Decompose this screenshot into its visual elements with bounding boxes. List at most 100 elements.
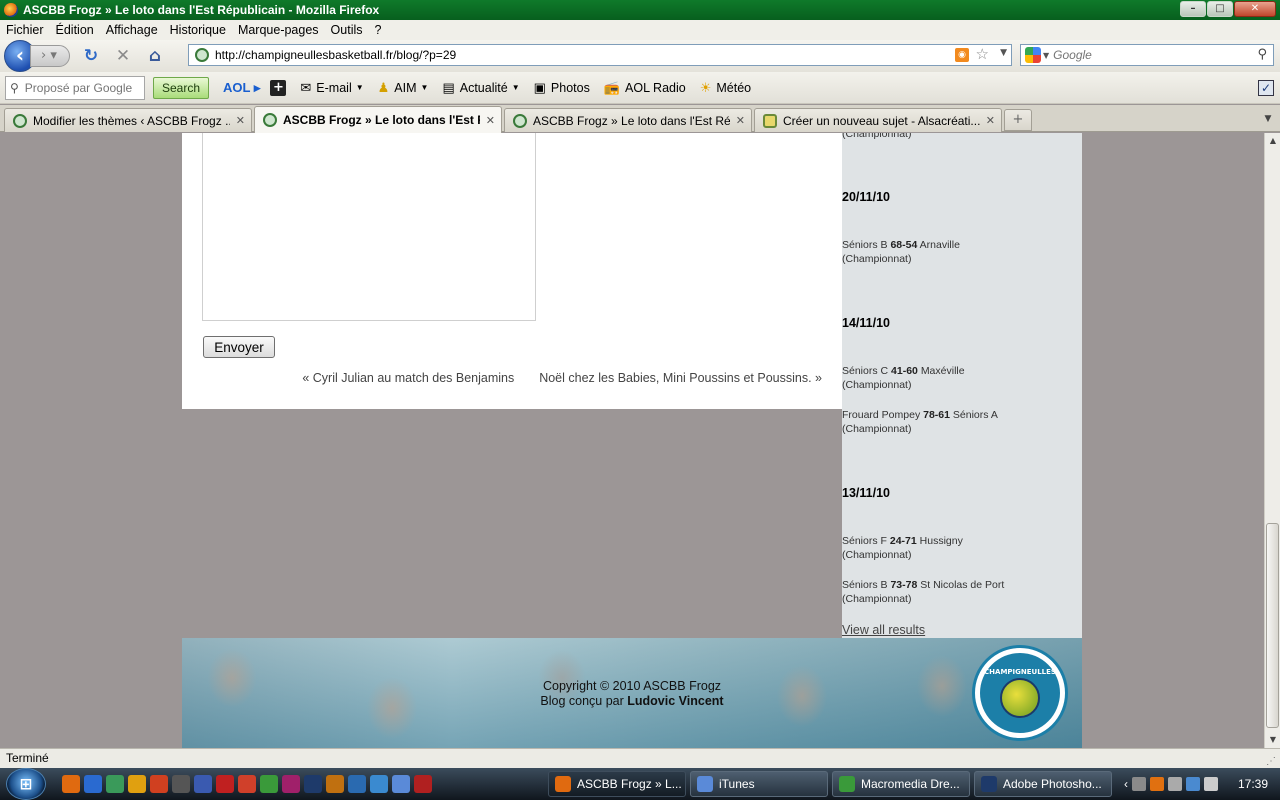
aol-email-label: E-mail	[316, 80, 352, 95]
update-icon[interactable]	[1150, 777, 1164, 791]
taskbar-dreamweaver[interactable]: Macromedia Dre...	[832, 771, 970, 797]
itunes-quicklaunch-icon[interactable]	[392, 775, 410, 793]
search-bar[interactable]: ▼ ⚲	[1020, 44, 1274, 66]
menu-affichage[interactable]: Affichage	[106, 23, 158, 37]
tab-close-icon[interactable]: ✕	[236, 114, 245, 127]
menu-fichier[interactable]: Fichier	[6, 23, 44, 37]
result-home: Frouard Pompey	[842, 409, 921, 421]
home-icon[interactable]: ⌂	[144, 45, 166, 67]
aol-toolbar: ⚲ Search AOL ▸ + ✉ E-mail▼ ♟ AIM▼ ▤ Actu…	[0, 72, 1280, 104]
app-quicklaunch-icon[interactable]	[150, 775, 168, 793]
network-quicklaunch-icon[interactable]	[348, 775, 366, 793]
stop-icon[interactable]: ✕	[112, 45, 134, 67]
url-history-dropdown-icon[interactable]: ▼	[1000, 48, 1007, 58]
taskbar-firefox[interactable]: ASCBB Frogz » L...	[548, 771, 686, 797]
task-label: Macromedia Dre...	[861, 777, 960, 791]
dreamweaver-quicklaunch-icon[interactable]	[260, 775, 278, 793]
url-bar[interactable]: http://champigneullesbasketball.fr/blog/…	[188, 44, 1012, 66]
gmail-quicklaunch-icon[interactable]	[414, 775, 432, 793]
search-engine-dropdown-icon[interactable]: ▼	[1043, 51, 1049, 60]
search-icon[interactable]: ⚲	[1257, 47, 1267, 62]
tab-list-dropdown-icon[interactable]: ▼	[1260, 111, 1276, 127]
start-button[interactable]: ⊞	[6, 768, 46, 800]
scrollbar-thumb[interactable]	[1266, 523, 1279, 728]
result-date: 13/11/10	[842, 486, 890, 500]
menu-marque-pages[interactable]: Marque-pages	[238, 23, 319, 37]
reload-icon[interactable]: ↻	[80, 45, 102, 67]
window-quicklaunch-icon[interactable]	[194, 775, 212, 793]
tray-expand-icon[interactable]: ‹	[1124, 777, 1128, 791]
tab-close-icon[interactable]: ✕	[986, 114, 995, 127]
illustrator-quicklaunch-icon[interactable]	[326, 775, 344, 793]
aol-logo[interactable]: AOL ▸	[223, 80, 260, 96]
browser-quicklaunch-icon[interactable]	[370, 775, 388, 793]
menu-outils[interactable]: Outils	[331, 23, 363, 37]
tab-alsacreation[interactable]: Créer un nouveau sujet - Alsacréati... ✕	[754, 108, 1002, 132]
comment-textarea[interactable]	[202, 133, 536, 321]
tab-loto-active[interactable]: ASCBB Frogz » Le loto dans l'Est R... ✕	[254, 106, 502, 133]
volume-icon[interactable]	[1204, 777, 1218, 791]
result-home: Séniors B	[842, 239, 888, 251]
view-all-results-link[interactable]: View all results	[842, 623, 925, 637]
indesign-quicklaunch-icon[interactable]	[282, 775, 300, 793]
search-input[interactable]	[1053, 48, 1244, 62]
tool-quicklaunch-icon[interactable]	[172, 775, 190, 793]
firefox-quicklaunch-icon[interactable]	[62, 775, 80, 793]
aol-check-icon[interactable]: ✓	[1258, 80, 1274, 96]
maximize-button[interactable]: □	[1207, 1, 1233, 17]
aol-news-label: Actualité	[459, 80, 508, 95]
taskbar-itunes[interactable]: iTunes	[690, 771, 828, 797]
network-icon[interactable]	[1132, 777, 1146, 791]
copyright-text: Copyright © 2010 ASCBB Frogz	[542, 679, 722, 693]
tab-close-icon[interactable]: ✕	[736, 114, 745, 127]
tab-close-icon[interactable]: ✕	[486, 114, 495, 127]
power-icon[interactable]	[1168, 777, 1182, 791]
menu-historique[interactable]: Historique	[170, 23, 226, 37]
explorer-quicklaunch-icon[interactable]	[106, 775, 124, 793]
url-text[interactable]: http://champigneullesbasketball.fr/blog/…	[215, 48, 456, 62]
send-comment-button[interactable]: Envoyer	[203, 336, 275, 358]
aol-add-icon[interactable]: +	[270, 79, 287, 96]
result-home: Séniors C	[842, 365, 889, 377]
site-identity-icon[interactable]	[195, 48, 209, 62]
aol-search-input[interactable]	[24, 80, 135, 95]
status-text: Terminé	[6, 751, 49, 765]
system-clock[interactable]: 17:39	[1238, 777, 1268, 791]
scroll-up-icon[interactable]: ▲	[1265, 133, 1280, 149]
aol-search-button[interactable]: Search	[153, 76, 210, 99]
aol-photos-button[interactable]: ▣ Photos	[534, 80, 590, 96]
google-engine-icon[interactable]	[1025, 47, 1041, 63]
connection-icon[interactable]	[1186, 777, 1200, 791]
prev-arrow: «	[302, 371, 310, 385]
taskbar-photoshop[interactable]: Adobe Photosho...	[974, 771, 1112, 797]
new-tab-icon[interactable]: +	[1004, 109, 1032, 131]
tab-loto-second[interactable]: ASCBB Frogz » Le loto dans l'Est Ré... ✕	[504, 108, 752, 132]
forward-button[interactable]: › ▾	[30, 45, 70, 67]
shockwave-quicklaunch-icon[interactable]	[238, 775, 256, 793]
media-quicklaunch-icon[interactable]	[128, 775, 146, 793]
site-footer: Copyright © 2010 ASCBB Frogz Blog conçu …	[182, 638, 1082, 748]
bookmark-star-icon[interactable]: ☆	[976, 45, 989, 63]
filezilla-quicklaunch-icon[interactable]	[216, 775, 234, 793]
aol-aim-button[interactable]: ♟ AIM ▼	[378, 80, 429, 96]
next-post-link[interactable]: Noël chez les Babies, Mini Poussins et P…	[539, 371, 811, 385]
menu-help[interactable]: ?	[375, 23, 382, 37]
aol-news-button[interactable]: ▤ Actualité ▼	[442, 80, 519, 96]
menu-edition[interactable]: Édition	[56, 23, 94, 37]
aol-radio-button[interactable]: 📻 AOL Radio	[604, 80, 686, 96]
close-window-button[interactable]: ✕	[1234, 1, 1276, 17]
aol-search-field[interactable]: ⚲	[5, 75, 145, 100]
tab-modifier-themes[interactable]: Modifier les thèmes ‹ ASCBB Frogz ... ✕	[4, 108, 252, 132]
tab-label: ASCBB Frogz » Le loto dans l'Est R...	[283, 113, 480, 127]
vertical-scrollbar[interactable]: ▲ ▼	[1264, 133, 1280, 748]
aol-weather-button[interactable]: ☀ Météo	[700, 80, 751, 96]
desktop-quicklaunch-icon[interactable]	[84, 775, 102, 793]
prev-post-link[interactable]: Cyril Julian au match des Benjamins	[313, 371, 514, 385]
aol-email-button[interactable]: ✉ E-mail ▼	[300, 80, 363, 96]
result-date: 14/11/10	[842, 316, 890, 330]
rss-feed-icon[interactable]: ◉	[955, 48, 969, 62]
task-label: Adobe Photosho...	[1003, 777, 1102, 791]
scroll-down-icon[interactable]: ▼	[1265, 732, 1280, 748]
minimize-button[interactable]: –	[1180, 1, 1206, 17]
photoshop-quicklaunch-icon[interactable]	[304, 775, 322, 793]
